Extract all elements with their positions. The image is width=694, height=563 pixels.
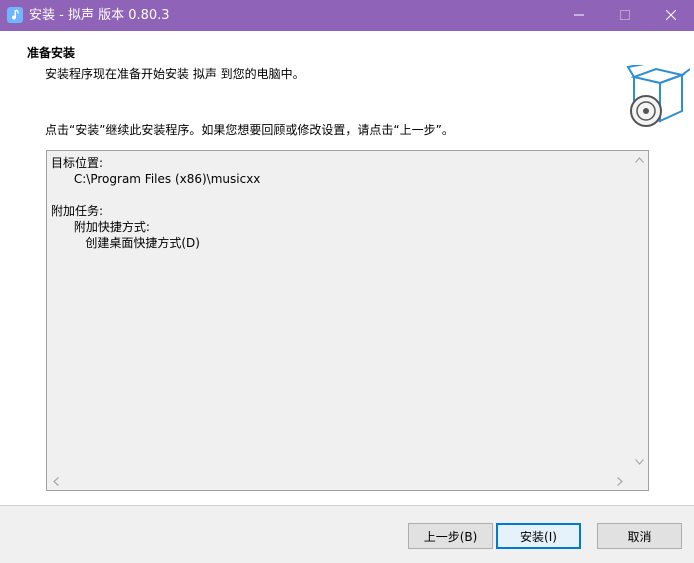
vertical-scrollbar[interactable] (631, 151, 648, 474)
maximize-button[interactable] (602, 0, 648, 31)
back-button[interactable]: 上一步(B) (408, 523, 493, 549)
scroll-up-icon[interactable] (635, 157, 644, 163)
install-box-cd-icon (626, 65, 690, 127)
scroll-left-icon[interactable] (53, 477, 59, 486)
horizontal-scrollbar[interactable] (47, 473, 631, 490)
memo-line: C:\Program Files (x86)\musicxx (51, 172, 261, 186)
page-subheading: 安装程序现在准备开始安装 拟声 到您的电脑中。 (45, 67, 305, 81)
minimize-button[interactable] (556, 0, 602, 31)
close-button[interactable] (648, 0, 694, 31)
scroll-down-icon[interactable] (635, 459, 644, 465)
install-button[interactable]: 安装(I) (496, 523, 581, 549)
memo-line: 附加快捷方式: (51, 220, 150, 234)
wizard-footer: 上一步(B) 安装(I) 取消 (0, 506, 694, 563)
memo-content: 目标位置: C:\Program Files (x86)\musicxx 附加任… (51, 155, 629, 251)
scroll-right-icon[interactable] (617, 477, 623, 486)
ready-memo[interactable]: 目标位置: C:\Program Files (x86)\musicxx 附加任… (46, 150, 649, 491)
maximize-icon (620, 10, 630, 20)
instruction-text: 点击“安装”继续此安装程序。如果您想要回顾或修改设置，请点击“上一步”。 (45, 123, 454, 137)
cancel-button[interactable]: 取消 (597, 523, 682, 549)
page-heading: 准备安装 (27, 46, 76, 60)
close-icon (666, 10, 676, 20)
memo-line: 附加任务: (51, 204, 104, 218)
wizard-header: 准备安装 安装程序现在准备开始安装 拟声 到您的电脑中。 (0, 31, 694, 127)
minimize-icon (574, 14, 584, 16)
memo-line: 目标位置: (51, 156, 104, 170)
memo-line (51, 187, 629, 203)
window-title: 安装 - 拟声 版本 0.80.3 (29, 8, 170, 23)
memo-line: 创建桌面快捷方式(D) (51, 236, 200, 250)
music-note-icon (7, 7, 23, 23)
title-bar[interactable]: 安装 - 拟声 版本 0.80.3 (0, 0, 694, 31)
